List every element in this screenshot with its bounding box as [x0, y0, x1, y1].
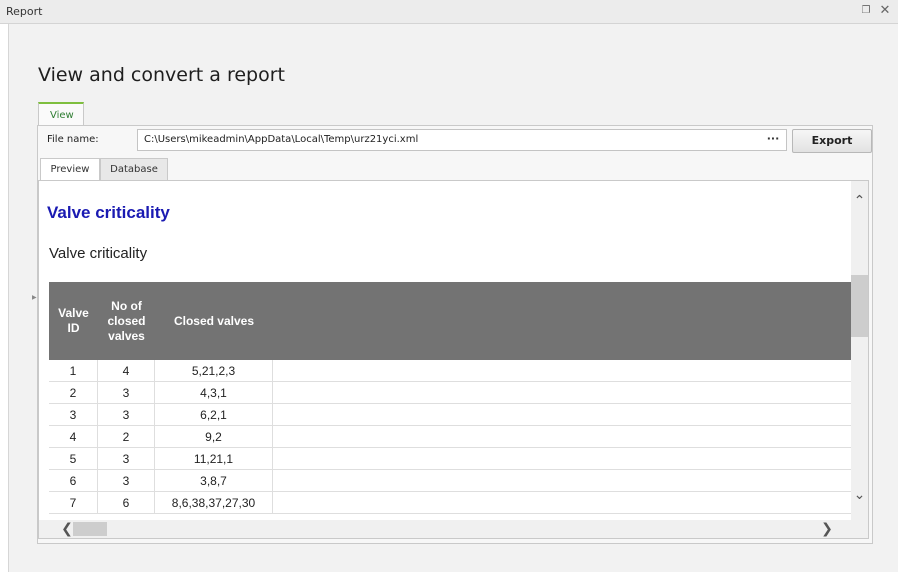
- cell-valve-id: 3: [49, 404, 98, 426]
- table-header: Valve ID No of closed valves Closed valv…: [49, 282, 851, 360]
- column-header-valve-id: Valve ID: [58, 306, 89, 335]
- export-button[interactable]: Export: [792, 129, 872, 153]
- table-row: 4 2 9,2: [49, 426, 851, 448]
- table-body: 1 4 5,21,2,3 2 3 4,3,1 3 3 6,2,1 4 2 9,2…: [49, 360, 851, 520]
- cell-closed-count: 3: [98, 404, 155, 426]
- cell-closed-valves: 11,21,1: [155, 448, 273, 470]
- vertical-scrollbar[interactable]: [851, 181, 868, 520]
- cell-closed-valves: 5,21,2,3: [155, 360, 273, 382]
- file-name-label: File name:: [47, 134, 99, 145]
- cell-valve-id: 1: [49, 360, 98, 382]
- window-title: Report: [6, 5, 43, 18]
- file-name-field[interactable]: C:\Users\mikeadmin\AppData\Local\Temp\ur…: [137, 129, 787, 151]
- horizontal-scrollbar[interactable]: [39, 520, 868, 538]
- tab-view[interactable]: View: [38, 102, 84, 126]
- chevron-right-icon[interactable]: ❯: [820, 520, 834, 538]
- restore-icon[interactable]: ❐: [860, 5, 872, 17]
- cell-closed-count: 3: [98, 448, 155, 470]
- cell-closed-valves: 9,2: [155, 426, 273, 448]
- cell-valve-id: 6: [49, 470, 98, 492]
- cell-valve-id: 4: [49, 426, 98, 448]
- table-row: 3 3 6,2,1: [49, 404, 851, 426]
- page-title: View and convert a report: [38, 64, 285, 86]
- cell-closed-valves: 6,2,1: [155, 404, 273, 426]
- cell-valve-id: 2: [49, 382, 98, 404]
- tab-database[interactable]: Database: [100, 158, 168, 181]
- close-icon[interactable]: ✕: [878, 4, 892, 18]
- cell-closed-count: 4: [98, 360, 155, 382]
- chevron-left-icon[interactable]: ❮: [60, 520, 74, 538]
- column-header-closed-count: No of closed valves: [107, 298, 146, 343]
- tab-preview[interactable]: Preview: [40, 158, 100, 181]
- cell-closed-valves: 3,8,7: [155, 470, 273, 492]
- cell-valve-id: 5: [49, 448, 98, 470]
- table-row: 6 3 3,8,7: [49, 470, 851, 492]
- vertical-scroll-thumb[interactable]: [851, 275, 868, 337]
- cell-closed-valves: 8,6,38,37,27,30: [155, 492, 273, 514]
- report-subtitle: Valve criticality: [49, 245, 148, 262]
- horizontal-scroll-thumb[interactable]: [73, 522, 107, 536]
- cell-closed-valves: 4,3,1: [155, 382, 273, 404]
- report-title: Valve criticality: [47, 203, 170, 222]
- table-row: 2 3 4,3,1: [49, 382, 851, 404]
- table-row: 5 3 11,21,1: [49, 448, 851, 470]
- chevron-up-icon[interactable]: ⌃: [851, 194, 868, 208]
- cell-closed-count: 6: [98, 492, 155, 514]
- table-row: 7 6 8,6,38,37,27,30: [49, 492, 851, 514]
- cell-closed-count: 2: [98, 426, 155, 448]
- window-titlebar: Report ❐ ✕: [0, 0, 898, 24]
- cell-closed-count: 3: [98, 382, 155, 404]
- column-header-closed-valves: Closed valves: [173, 313, 255, 328]
- table-row: 1 4 5,21,2,3: [49, 360, 851, 382]
- cell-valve-id: 7: [49, 492, 98, 514]
- chevron-down-icon[interactable]: ⌄: [851, 488, 868, 502]
- browse-button[interactable]: ···: [762, 130, 784, 150]
- cell-closed-count: 3: [98, 470, 155, 492]
